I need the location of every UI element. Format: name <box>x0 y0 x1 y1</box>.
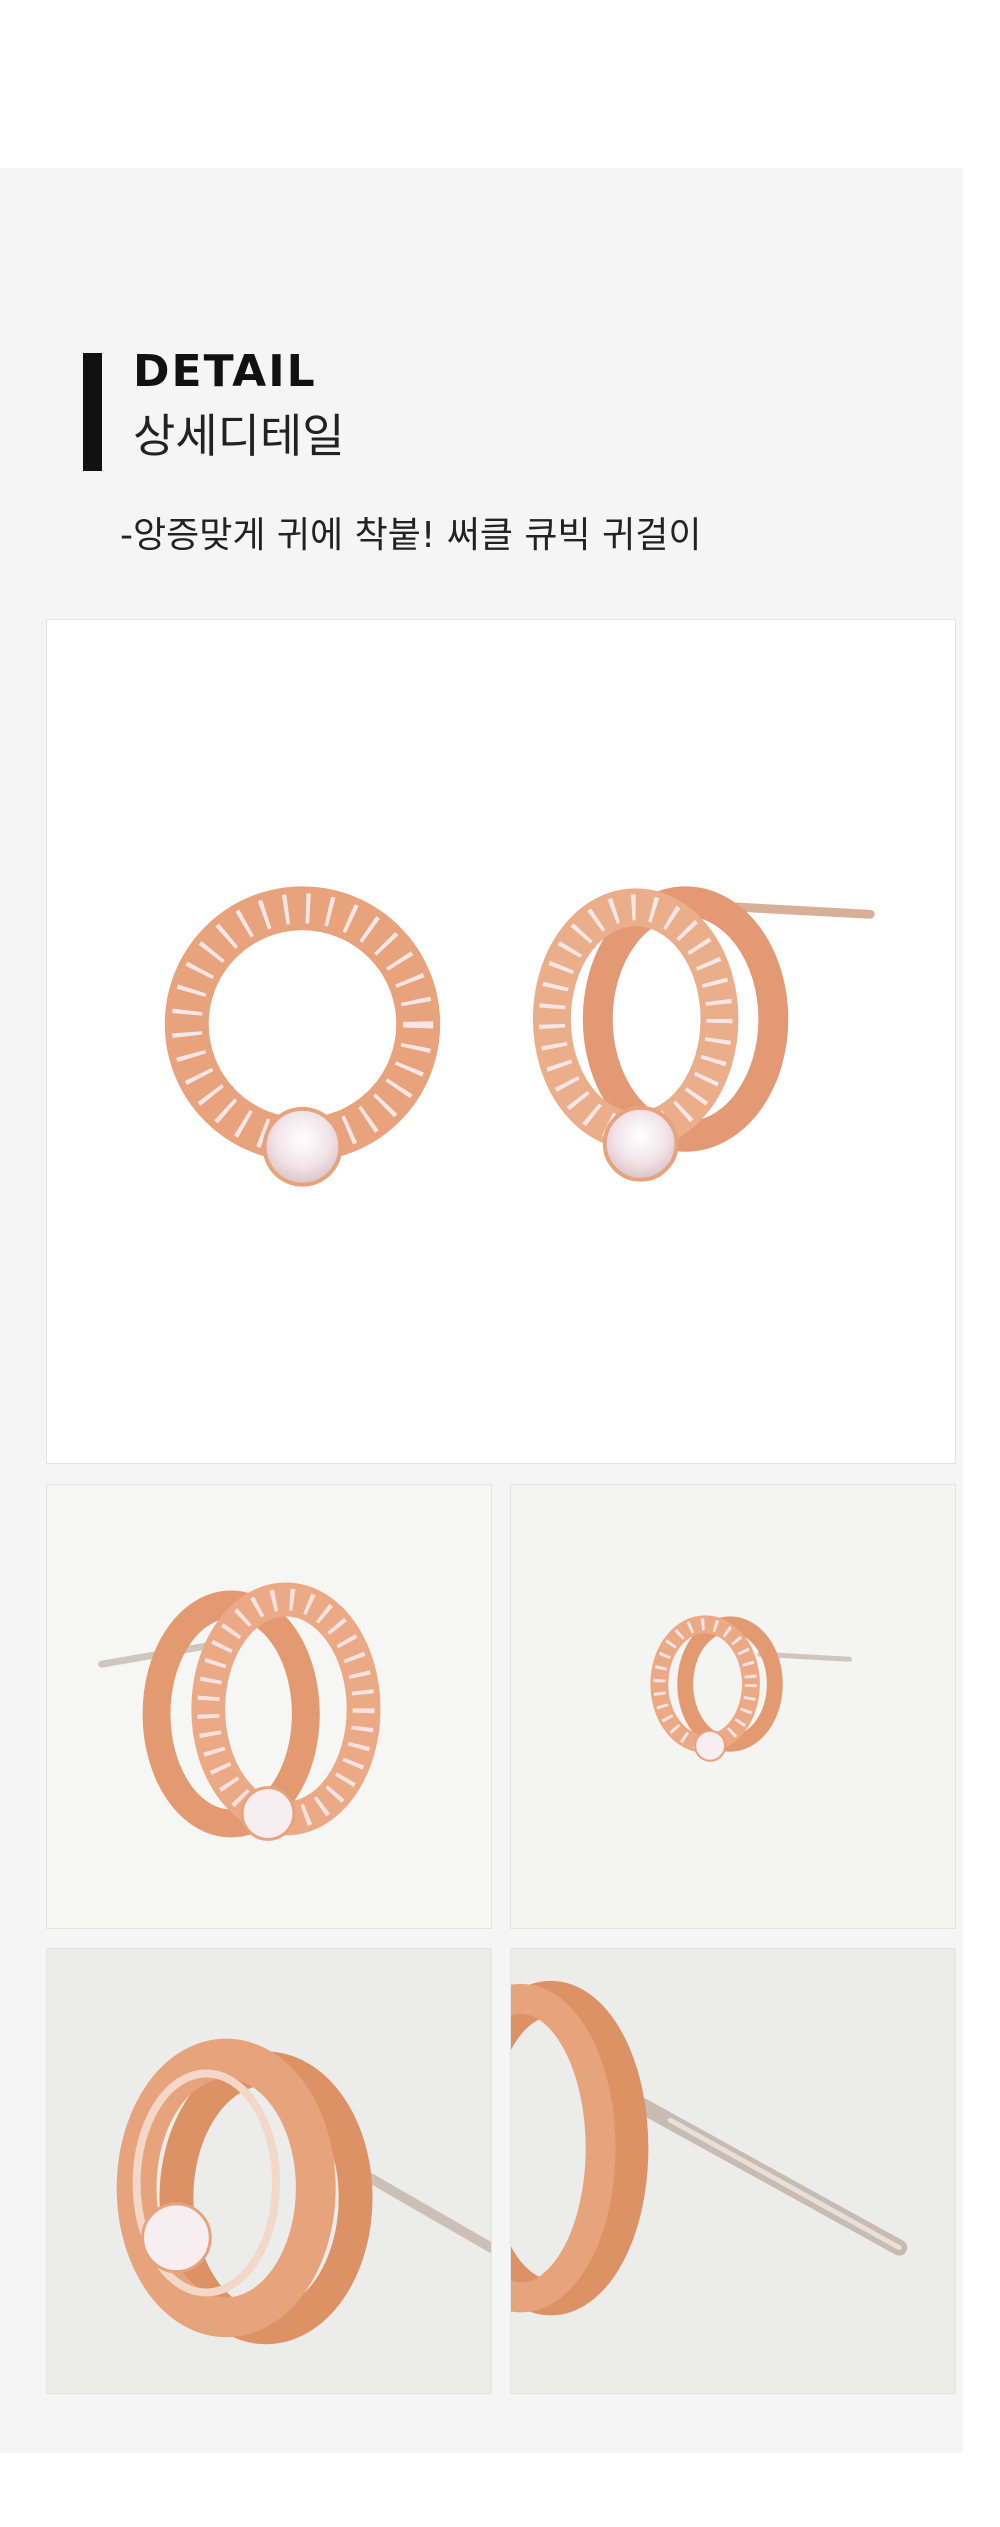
detail-title-en: DETAIL <box>133 346 317 397</box>
product-description: -앙증맞게 귀에 착붙! 써클 큐빅 귀걸이 <box>120 515 702 556</box>
earring-pair-photo <box>46 619 956 1464</box>
earring-side-photo <box>510 1484 956 1929</box>
earring-post-photo <box>510 1948 956 2394</box>
earring-closeup-photo <box>46 1948 492 2394</box>
earring-angle-illustration <box>98 1582 381 1841</box>
detail-title-ko: 상세디테일 <box>133 409 345 463</box>
earring-angle-photo <box>46 1484 492 1929</box>
earring-post-illustration <box>511 1980 908 2316</box>
earring-closeup-illustration <box>116 2038 491 2345</box>
earring-pair-illustration <box>164 886 875 1187</box>
earring-side-illustration <box>650 1615 852 1762</box>
heading-accent-bar <box>83 353 102 471</box>
